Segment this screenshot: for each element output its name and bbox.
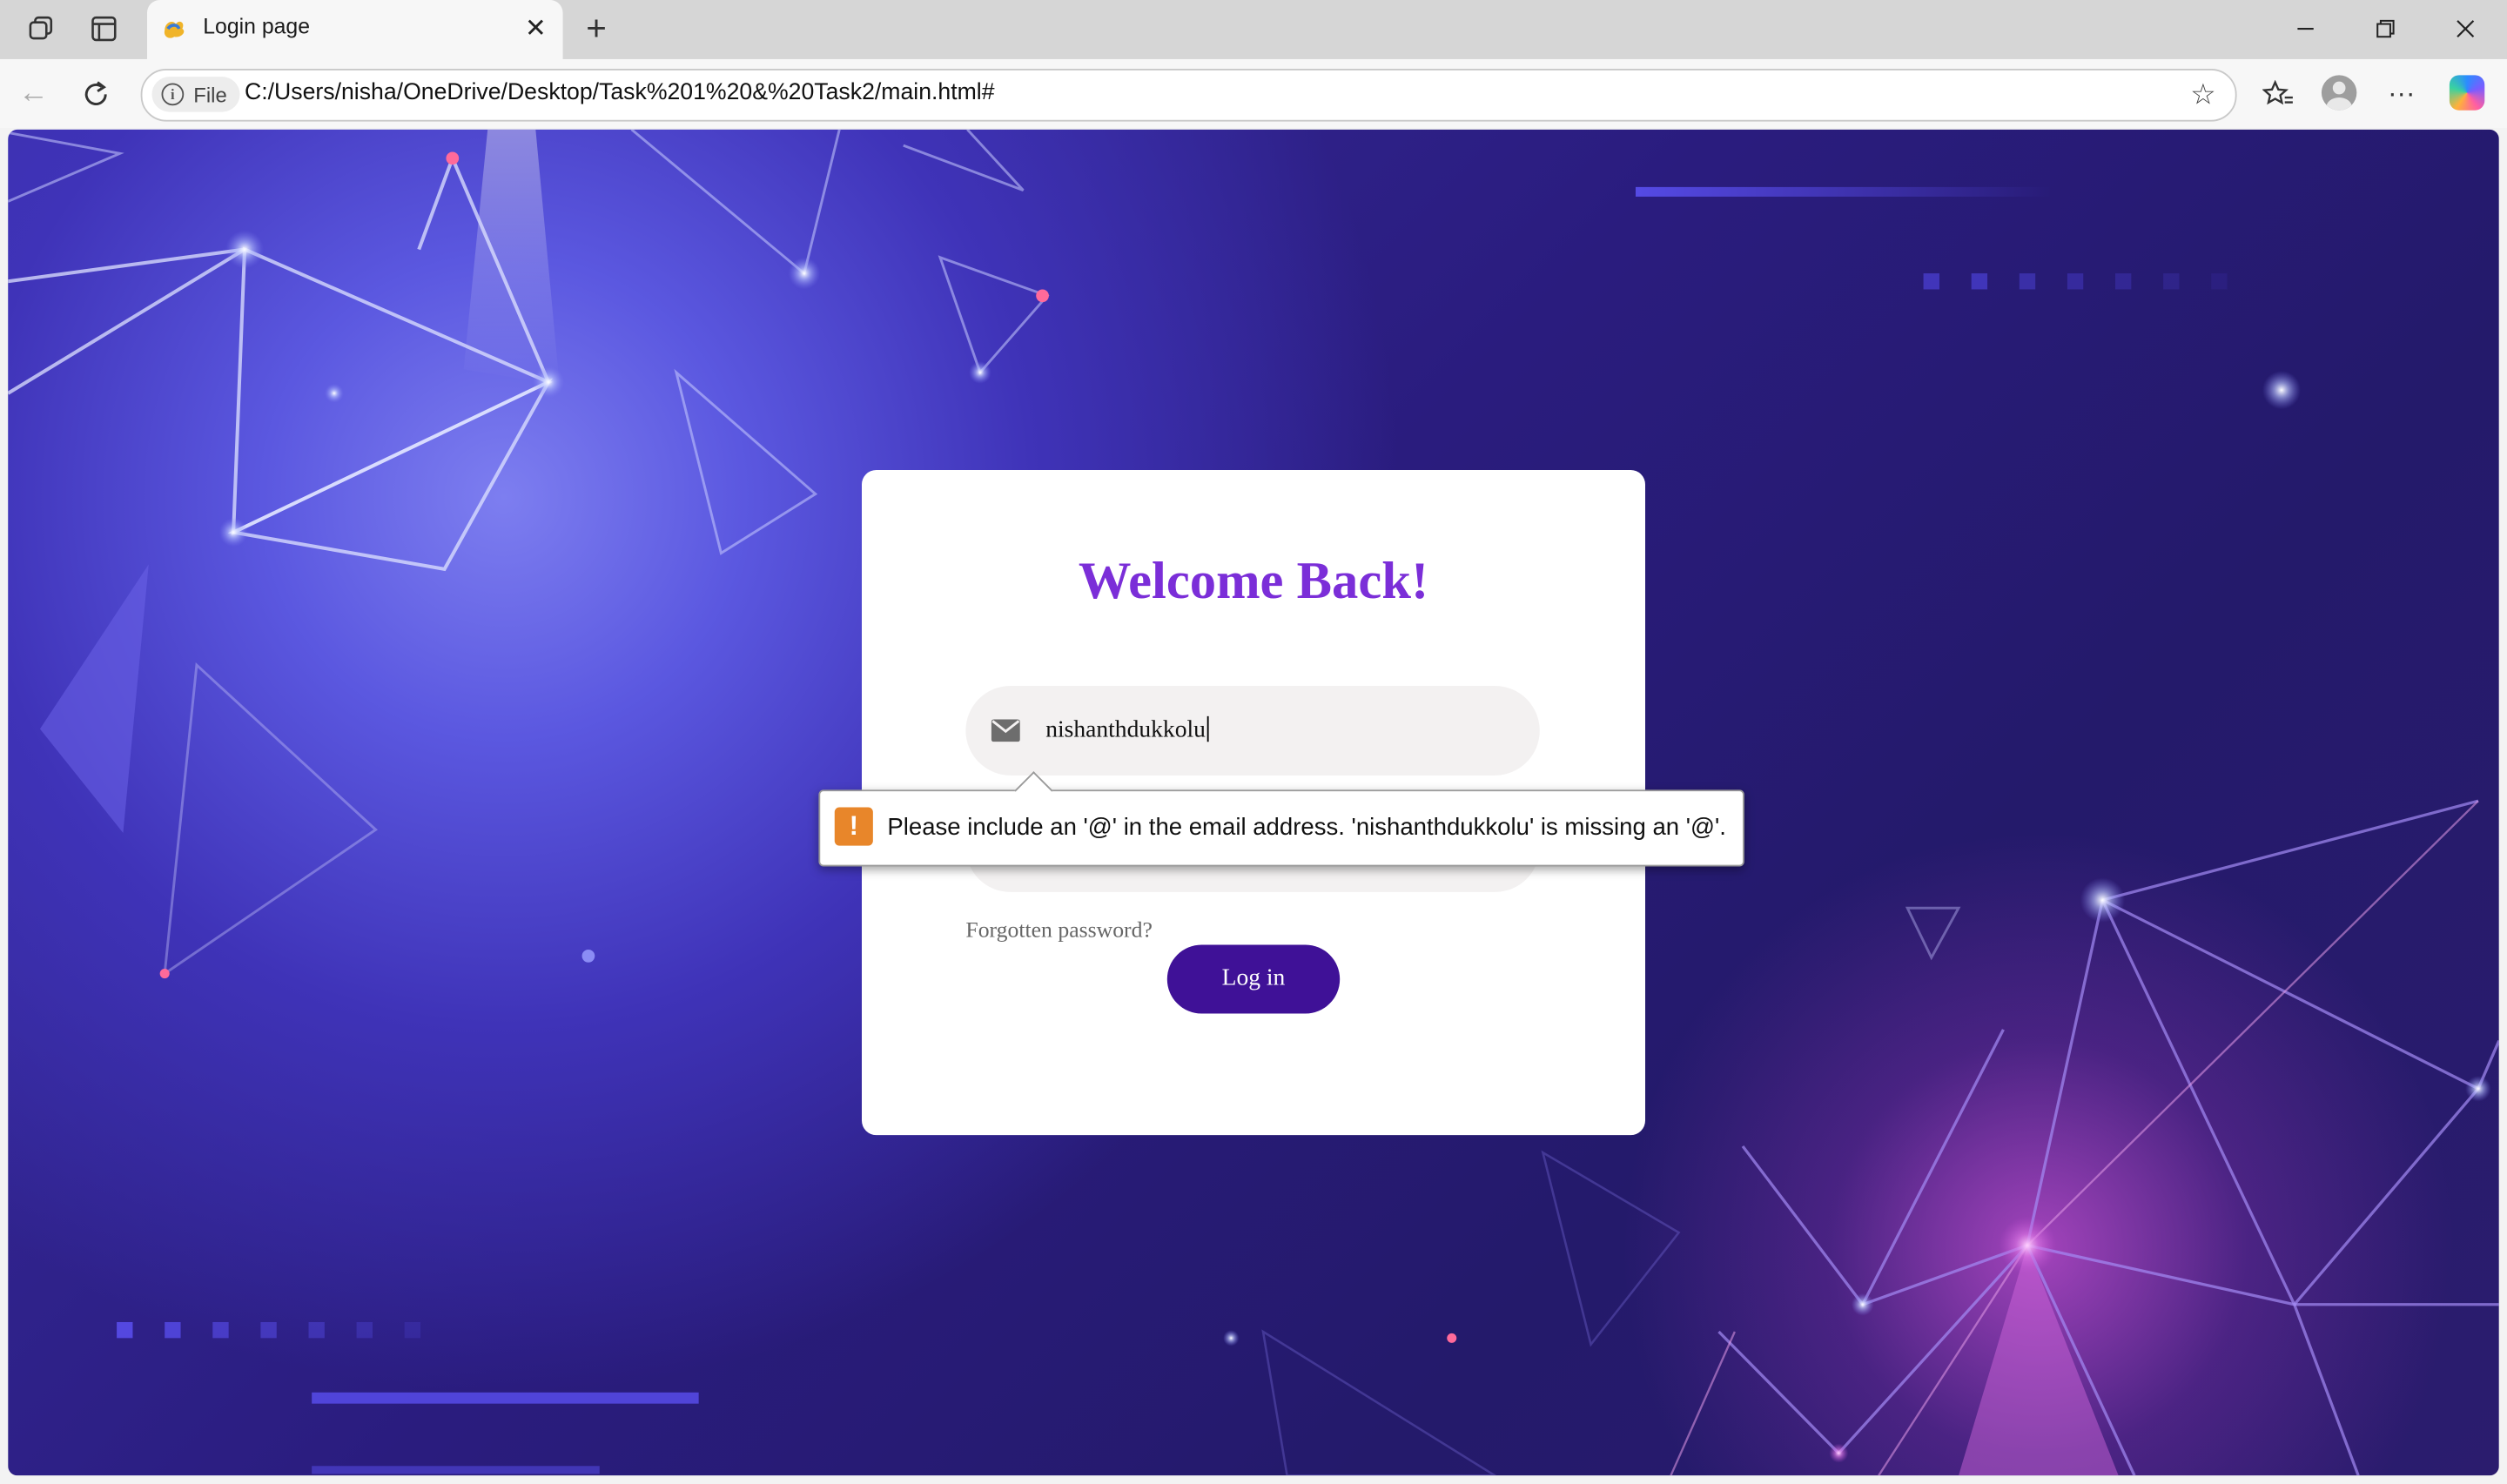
address-bar[interactable]: i File C:/Users/nisha/OneDrive/Desktop/T… (140, 68, 2237, 122)
page-viewport: Welcome Back! nishanthdukkolu Forgotten … (8, 129, 2499, 1476)
email-validation-tooltip: ! Please include an '@' in the email add… (818, 771, 1744, 867)
site-info-label: File (193, 82, 227, 107)
tab-actions-icon[interactable] (84, 10, 123, 48)
minimize-icon[interactable] (2274, 6, 2337, 50)
tab-login-page[interactable]: Login page ✕ (146, 0, 563, 59)
tab-strip: Login page ✕ + (0, 0, 2507, 59)
validation-message: Please include an '@' in the email addre… (887, 813, 1726, 842)
info-icon: i (161, 83, 185, 106)
favorites-icon[interactable] (2257, 75, 2299, 113)
restore-icon[interactable] (2354, 6, 2417, 50)
back-icon[interactable]: ← (11, 72, 56, 117)
site-info-button[interactable]: i File (151, 77, 240, 112)
new-tab-icon[interactable]: + (575, 8, 617, 50)
warning-icon: ! (834, 807, 873, 846)
text-caret (1206, 715, 1209, 742)
profile-icon[interactable] (2321, 75, 2357, 111)
forgot-password-link[interactable]: Forgotten password? (965, 919, 1153, 944)
workspaces-icon[interactable] (23, 10, 61, 48)
more-icon[interactable]: ··· (2381, 75, 2423, 113)
email-input[interactable]: nishanthdukkolu (1045, 715, 1209, 745)
close-window-icon[interactable] (2434, 6, 2497, 50)
close-tab-icon[interactable]: ✕ (518, 11, 553, 46)
favorite-star-icon[interactable]: ☆ (2190, 78, 2216, 112)
mail-icon (991, 719, 1020, 742)
tab-title: Login page (203, 14, 311, 39)
email-field[interactable]: nishanthdukkolu (965, 685, 1540, 776)
login-button[interactable]: Log in (1166, 944, 1341, 1014)
url-text[interactable]: C:/Users/nisha/OneDrive/Desktop/Task%201… (245, 80, 995, 105)
refresh-icon[interactable] (73, 72, 118, 117)
email-input-value: nishanthdukkolu (1045, 717, 1206, 744)
browser-toolbar: ← i File C:/Users/nisha/OneDrive/Desktop… (0, 58, 2507, 128)
copilot-icon[interactable] (2449, 75, 2485, 111)
browser-window: Login page ✕ + ← i File C:/Users/nisha/O… (0, 0, 2507, 1483)
page-favicon-icon (164, 21, 185, 38)
page-title: Welcome Back! (1078, 553, 1429, 611)
